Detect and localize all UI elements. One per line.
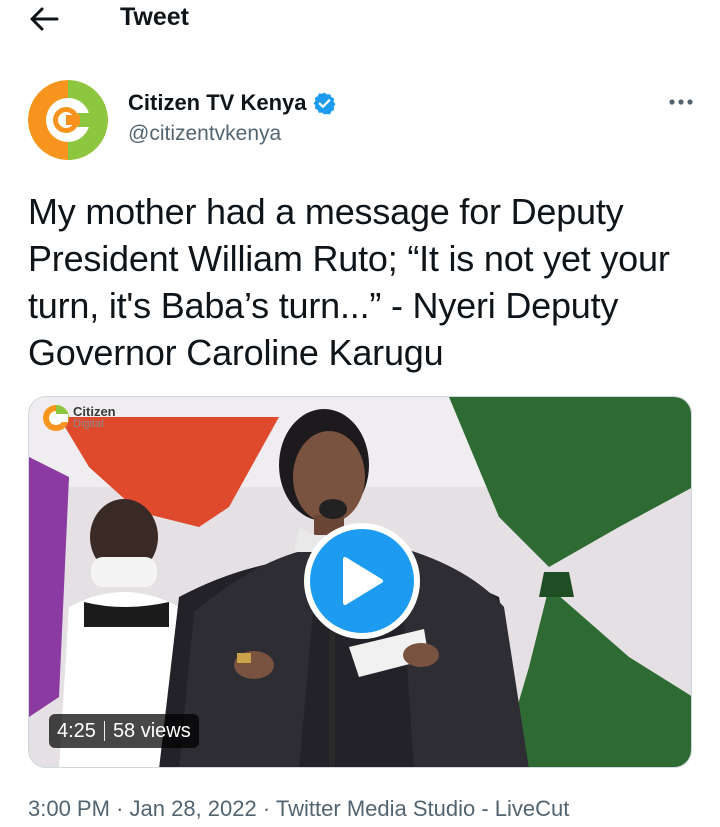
citizen-digital-watermark: Citizen Digital: [41, 403, 116, 433]
tweet-author: Citizen TV Kenya @citizentvkenya: [28, 80, 693, 164]
view-count: 58 views: [112, 719, 191, 742]
avatar[interactable]: [28, 80, 108, 160]
tweet-time[interactable]: 3:00 PM: [28, 796, 110, 821]
more-options-button[interactable]: [661, 90, 701, 114]
user-handle[interactable]: @citizentvkenya: [128, 122, 281, 146]
tweet-source[interactable]: Twitter Media Studio - LiveCut: [276, 796, 569, 821]
page-title: Tweet: [120, 3, 189, 31]
video-info-badge: 4:25 58 views: [49, 714, 199, 748]
citizen-tv-logo-icon: [28, 80, 108, 160]
citizen-logo-icon: [43, 405, 69, 431]
watermark-sub: Digital: [73, 418, 104, 430]
tweet-date[interactable]: Jan 28, 2022: [130, 796, 257, 821]
play-icon: [343, 557, 383, 605]
tweet-meta: 3:00 PM · Jan 28, 2022 · Twitter Media S…: [28, 796, 569, 822]
video-duration: 4:25: [57, 719, 96, 742]
play-button[interactable]: [304, 523, 420, 639]
more-dots-icon: [669, 99, 693, 105]
separator: ·: [262, 796, 271, 821]
name-row: Citizen TV Kenya: [128, 90, 337, 116]
watermark-brand: Citizen: [73, 404, 116, 419]
display-name[interactable]: Citizen TV Kenya: [128, 90, 306, 116]
back-button[interactable]: [24, 2, 64, 36]
separator: ·: [116, 796, 124, 821]
arrow-left-icon: [30, 7, 59, 31]
tweet-text: My mother had a message for Deputy Presi…: [28, 191, 670, 373]
divider: [103, 721, 105, 741]
watermark-text: Citizen Digital: [73, 404, 116, 430]
video-player[interactable]: Citizen Digital 4:25 58 views: [28, 396, 692, 768]
top-bar: Tweet: [0, 0, 720, 52]
verified-badge-icon: [312, 91, 337, 116]
